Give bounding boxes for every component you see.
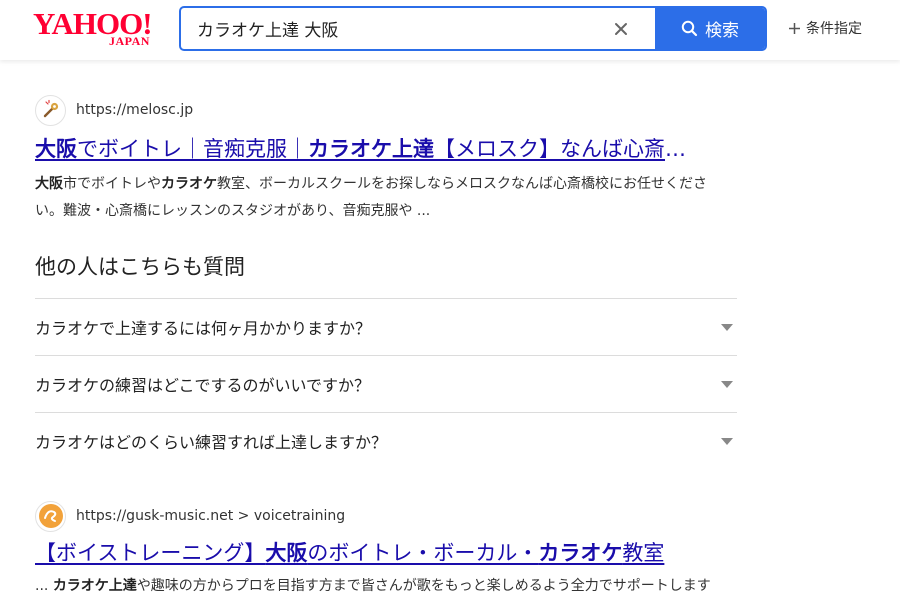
paa-question-text: カラオケはどのくらい練習すれば上達しますか？: [35, 433, 388, 452]
result-site: https://melosc.jp: [35, 94, 715, 126]
search-conditions-link[interactable]: 条件指定: [788, 16, 862, 40]
paa-heading: 他の人はこちらも質問: [35, 255, 245, 279]
close-icon: [615, 22, 627, 35]
snippet-highlight: カラオケ: [161, 176, 217, 192]
gusk-logo-icon: [35, 500, 66, 532]
search-result: https://gusk-music.net > voicetraining 【…: [35, 500, 715, 600]
result-url: https://gusk-music.net > voicetraining: [76, 508, 346, 524]
snippet-text: 市でボイトレや: [63, 176, 161, 192]
result-snippet: 大阪市でボイトレやカラオケ教室、ボーカルスクールをお探しならメロスクなんば心斎橋…: [35, 171, 715, 225]
snippet-highlight: カラオケ上達: [52, 578, 137, 594]
search-icon: [681, 20, 698, 37]
logo-sub-text: JAPAN: [109, 34, 150, 48]
snippet-highlight: 大阪: [35, 176, 63, 192]
microphone-icon: [35, 94, 66, 126]
paa-question[interactable]: カラオケで上達するには何ヶ月かかりますか？: [35, 298, 737, 355]
result-title-link[interactable]: 【ボイストレーニング】大阪のボイトレ・ボーカル・カラオケ教室: [35, 539, 705, 567]
result-url: https://melosc.jp: [76, 102, 194, 118]
search-result: https://melosc.jp 大阪でボイトレ｜音痴克服｜カラオケ上達【メロ…: [35, 94, 715, 225]
yahoo-japan-logo[interactable]: YAHOO! JAPAN: [33, 8, 163, 49]
chevron-down-icon: [721, 323, 733, 331]
result-title-link[interactable]: 大阪でボイトレ｜音痴克服｜カラオケ上達【メロスク】なんば心斎橋校: [35, 135, 705, 163]
paa-question-text: カラオケの練習はどこでするのがいいですか？: [35, 376, 371, 395]
plus-icon: [789, 22, 800, 34]
result-snippet: ... カラオケ上達や趣味の方からプロを目指す方まで皆さんが歌をもっと楽しめるよ…: [35, 573, 715, 600]
title-text: 教室: [622, 541, 665, 565]
paa-question[interactable]: カラオケはどのくらい練習すれば上達しますか？: [35, 412, 737, 469]
snippet-text: ...: [35, 578, 53, 594]
title-text: でボイトレ｜音痴克服｜: [77, 137, 308, 161]
title-text: のボイトレ・ボーカル・: [307, 541, 539, 565]
paa-question[interactable]: カラオケの練習はどこでするのがいいですか？: [35, 355, 737, 412]
search-button[interactable]: 検索: [655, 8, 765, 49]
title-highlight: カラオケ: [538, 541, 623, 565]
header: YAHOO! JAPAN 検索 条件指定: [0, 0, 900, 60]
clear-search-button[interactable]: [603, 8, 639, 49]
search-conditions-label: 条件指定: [806, 21, 862, 37]
search-button-label: 検索: [705, 21, 739, 41]
title-text: 【メロスク】なんば心斎橋校: [434, 137, 705, 161]
title-highlight: 大阪: [265, 541, 308, 565]
people-also-ask: 他の人はこちらも質問 カラオケで上達するには何ヶ月かかりますか？ カラオケの練習…: [35, 252, 737, 469]
search-input[interactable]: [181, 8, 611, 49]
search-box: 検索: [179, 6, 767, 51]
snippet-text: や趣味の方からプロを目指す方まで皆さんが歌をもっと楽しめるよう全力でサポートしま…: [136, 578, 711, 594]
title-highlight: 大阪: [35, 137, 77, 161]
title-highlight: カラオケ上達: [308, 137, 434, 161]
title-text: 【ボイストレーニング】: [35, 541, 266, 565]
chevron-down-icon: [721, 437, 733, 445]
chevron-down-icon: [721, 380, 733, 388]
paa-question-text: カラオケで上達するには何ヶ月かかりますか？: [35, 319, 372, 338]
result-site: https://gusk-music.net > voicetraining: [35, 500, 715, 532]
